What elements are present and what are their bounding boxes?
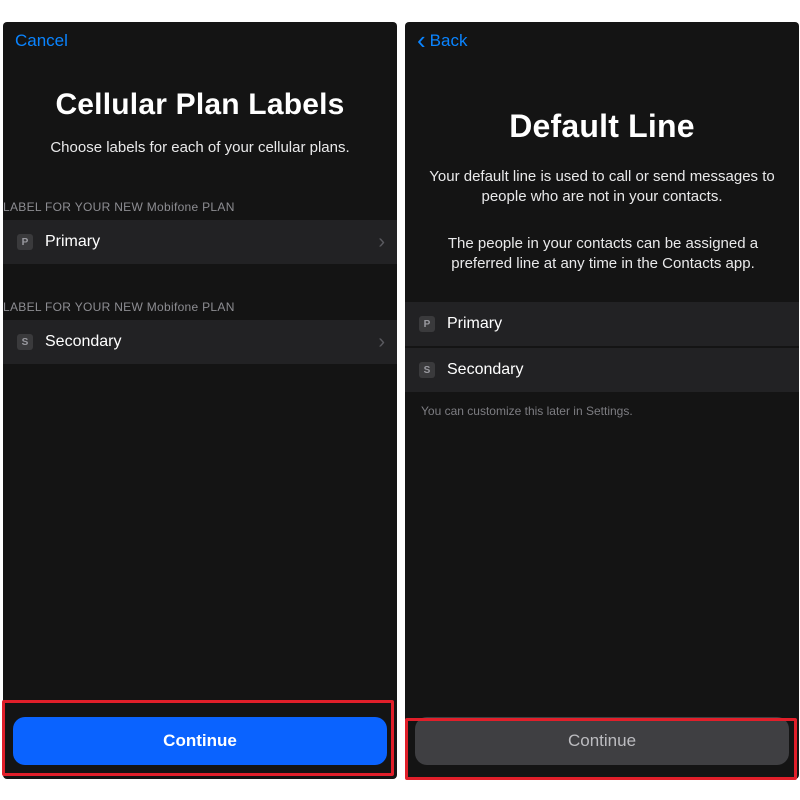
line-option-label: Secondary [447,361,524,379]
cancel-button[interactable]: Cancel [15,31,68,51]
chevron-right-icon: › [378,331,385,354]
line-option-primary[interactable]: P Primary [405,302,799,346]
plan-row-primary[interactable]: P Primary › [3,220,397,264]
plan-row-secondary[interactable]: S Secondary › [3,320,397,364]
continue-button[interactable]: Continue [415,717,789,765]
plan-label: Secondary [45,333,122,351]
page-subtitle-2: The people in your contacts can be assig… [405,234,799,275]
page-title: Cellular Plan Labels [3,88,397,122]
plan-badge-icon: P [419,316,435,332]
plan-badge-icon: P [17,234,33,250]
plan-badge-icon: S [17,334,33,350]
section-header-secondary: LABEL FOR YOUR NEW Mobifone PLAN [3,300,397,320]
nav-bar: Cancel [3,22,397,60]
continue-button[interactable]: Continue [13,717,387,765]
section-header-primary: LABEL FOR YOUR NEW Mobifone PLAN [3,200,397,220]
line-option-secondary[interactable]: S Secondary [405,348,799,392]
plan-badge-icon: S [419,362,435,378]
footnote: You can customize this later in Settings… [405,392,799,418]
nav-bar: ‹ Back [405,22,799,60]
page-subtitle: Your default line is used to call or sen… [405,167,799,208]
chevron-right-icon: › [378,231,385,254]
page-title: Default Line [405,108,799,145]
back-button[interactable]: Back [430,31,468,51]
screen-cellular-plan-labels: Cancel Cellular Plan Labels Choose label… [3,22,397,779]
page-subtitle: Choose labels for each of your cellular … [3,138,397,158]
screen-default-line: ‹ Back Default Line Your default line is… [405,22,799,779]
line-option-label: Primary [447,315,502,333]
plan-label: Primary [45,233,100,251]
